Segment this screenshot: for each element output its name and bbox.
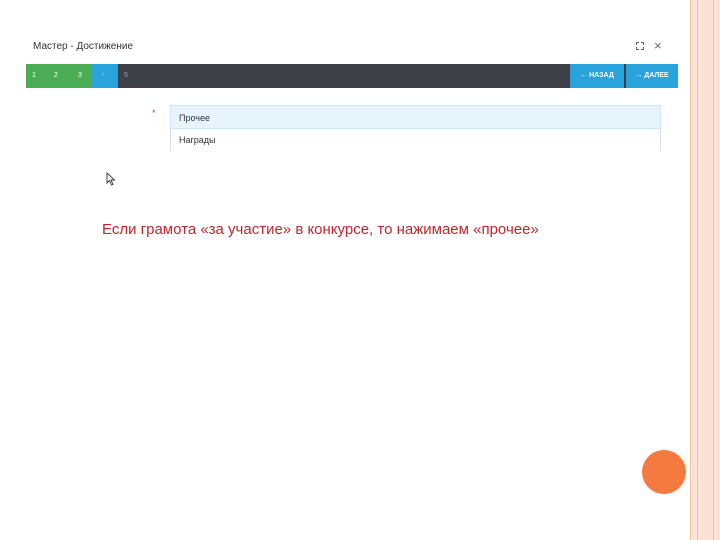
- slide-border-line: [713, 0, 714, 540]
- step-1[interactable]: 1: [32, 64, 36, 88]
- current-step-segment: [92, 64, 118, 88]
- arrow-right-icon: →: [635, 72, 643, 79]
- arrow-left-icon: ←: [580, 72, 588, 79]
- window-controls: ×: [636, 39, 662, 52]
- mouse-pointer-icon: [106, 172, 116, 186]
- wizard-steps-bar: 1 2 3 4 5 ← НАЗАД → ДАЛЕЕ: [26, 64, 678, 88]
- step-3[interactable]: 3: [78, 64, 82, 88]
- close-icon[interactable]: ×: [654, 39, 662, 52]
- decorative-circle: [642, 450, 686, 494]
- back-button-label: НАЗАД: [589, 72, 614, 79]
- slide-border-line: [697, 0, 698, 540]
- next-button[interactable]: → ДАЛЕЕ: [626, 64, 678, 88]
- required-marker: *: [152, 108, 156, 118]
- slide-border-line: [690, 0, 691, 540]
- step-4[interactable]: 4: [101, 64, 105, 88]
- step-5[interactable]: 5: [124, 64, 128, 88]
- instruction-caption: Если грамота «за участие» в конкурсе, то…: [102, 221, 539, 238]
- maximize-icon[interactable]: [636, 42, 644, 50]
- dialog-title: Мастер - Достижение: [33, 41, 134, 52]
- next-button-label: ДАЛЕЕ: [644, 72, 669, 79]
- step-2[interactable]: 2: [54, 64, 58, 88]
- option-nagrady[interactable]: Награды: [170, 129, 661, 151]
- option-prochee[interactable]: Прочее: [170, 105, 661, 129]
- back-button[interactable]: ← НАЗАД: [570, 64, 624, 88]
